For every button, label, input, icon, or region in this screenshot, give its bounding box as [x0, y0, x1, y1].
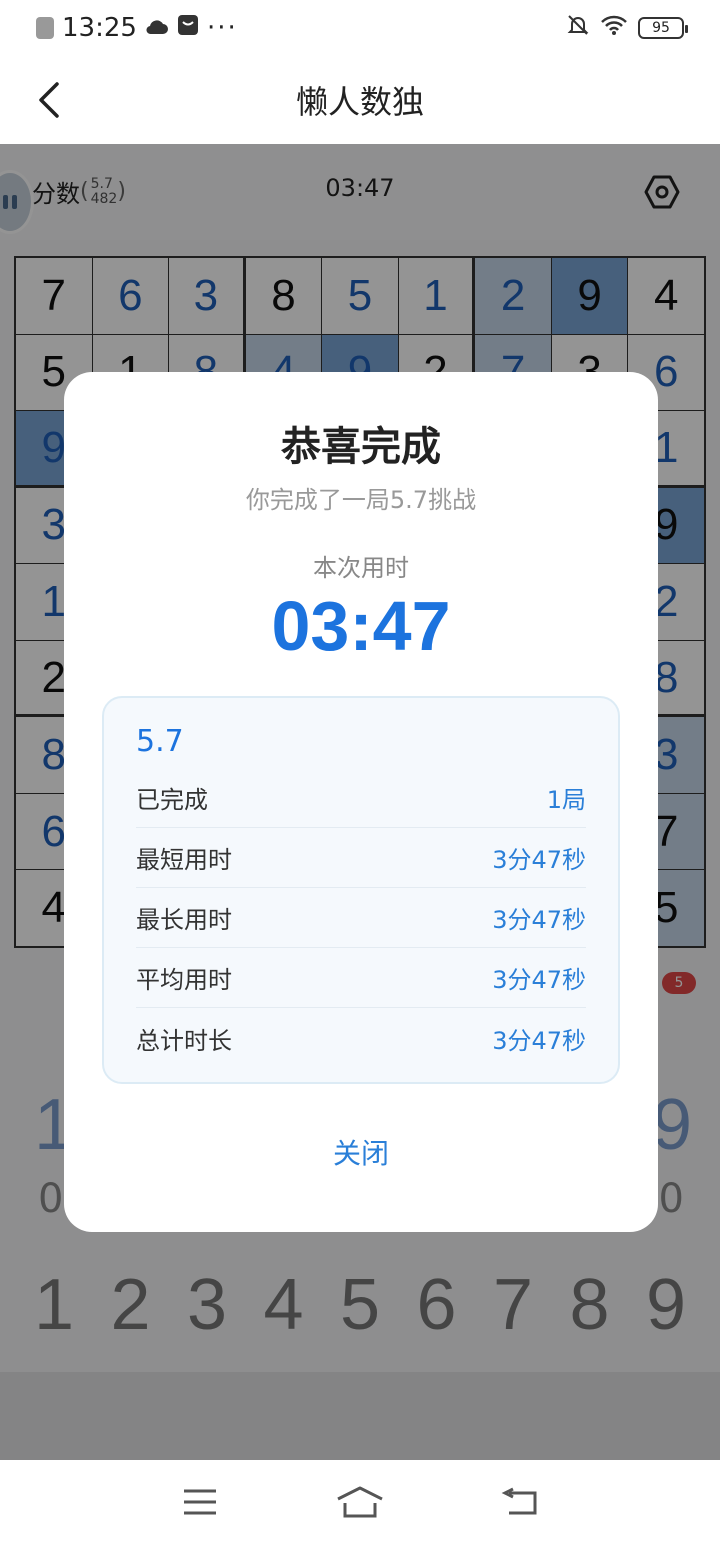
home-icon — [337, 1486, 383, 1518]
system-nav-bar — [0, 1460, 720, 1544]
stats-row: 总计时长 3分47秒 — [136, 1008, 586, 1068]
stats-value: 3分47秒 — [492, 846, 586, 874]
app-header: 懒人数独 — [0, 56, 720, 144]
notification-x-icon — [36, 17, 54, 39]
menu-icon — [184, 1489, 216, 1515]
status-bar: 13:25 ··· 95 — [0, 0, 720, 56]
battery-indicator: 95 — [638, 17, 688, 39]
stats-key: 平均用时 — [136, 966, 232, 994]
more-dots: ··· — [206, 13, 238, 43]
stats-row: 已完成 1局 — [136, 768, 586, 828]
return-icon — [501, 1487, 537, 1515]
stats-row: 最长用时 3分47秒 — [136, 888, 586, 948]
stats-card: 5.7 已完成 1局 最短用时 3分47秒 最长用时 3分47秒 平均用时 3分47秒 总计时长… — [102, 696, 620, 1084]
stats-value: 3分47秒 — [492, 906, 586, 934]
stats-value: 3分47秒 — [492, 1026, 586, 1055]
stats-value: 1局 — [546, 786, 586, 814]
home-nav-button[interactable] — [330, 1478, 390, 1526]
menu-nav-button[interactable] — [170, 1478, 230, 1526]
message-icon — [177, 13, 199, 43]
status-time: 13:25 — [62, 13, 137, 43]
stats-key: 最长用时 — [136, 906, 232, 934]
stats-key: 已完成 — [136, 786, 208, 814]
page-title: 懒人数独 — [295, 83, 424, 121]
dialog-title: 恭喜完成 — [281, 424, 441, 470]
stats-list: 已完成 1局 最短用时 3分47秒 最长用时 3分47秒 平均用时 3分47秒 总计时长 3分47… — [136, 768, 586, 1068]
close-button[interactable]: 关闭 — [64, 1132, 658, 1172]
back-button[interactable] — [28, 78, 68, 122]
dialog-subtitle: 你完成了一局5.7挑战 — [245, 486, 477, 514]
time-value: 03:47 — [271, 587, 451, 665]
stats-key: 总计时长 — [136, 1026, 232, 1055]
stats-value: 3分47秒 — [492, 966, 586, 994]
stats-level: 5.7 — [136, 724, 184, 759]
cloud-icon — [145, 13, 169, 43]
stats-key: 最短用时 — [136, 846, 232, 874]
completion-dialog: 恭喜完成 你完成了一局5.7挑战 本次用时 03:47 5.7 已完成 1局最短用… — [64, 372, 658, 1232]
time-label: 本次用时 — [313, 554, 409, 582]
stats-row: 最短用时 3分47秒 — [136, 828, 586, 888]
stats-row: 平均用时 3分47秒 — [136, 948, 586, 1008]
back-nav-button[interactable] — [490, 1478, 550, 1526]
wifi-icon — [600, 13, 628, 43]
chevron-left-icon — [39, 82, 59, 118]
mute-bell-icon — [566, 13, 590, 44]
